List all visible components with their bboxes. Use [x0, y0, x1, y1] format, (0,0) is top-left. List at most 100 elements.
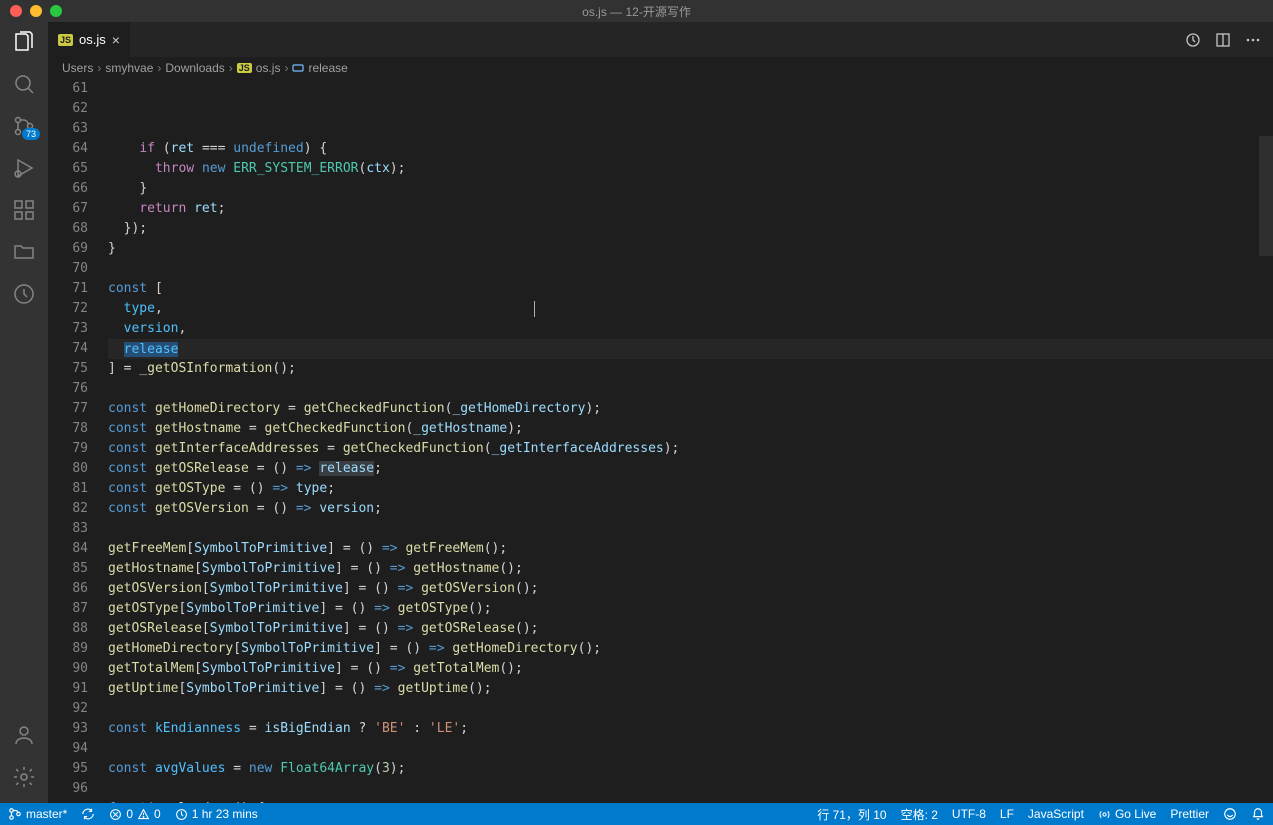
- symbol-variable-icon: [292, 62, 304, 74]
- line-number: 61: [48, 79, 88, 99]
- code-line[interactable]: getHostname[SymbolToPrimitive] = () => g…: [108, 559, 1273, 579]
- code-line[interactable]: [108, 259, 1273, 279]
- chevron-right-icon: ›: [229, 61, 233, 75]
- timeline-icon[interactable]: [12, 282, 36, 306]
- line-number: 77: [48, 399, 88, 419]
- line-number: 83: [48, 519, 88, 539]
- code-line[interactable]: return ret;: [108, 199, 1273, 219]
- code-line[interactable]: const getOSType = () => type;: [108, 479, 1273, 499]
- line-number: 80: [48, 459, 88, 479]
- code-line[interactable]: function loadavg() {: [108, 799, 1273, 803]
- code-line[interactable]: const getOSRelease = () => release;: [108, 459, 1273, 479]
- code-line[interactable]: if (ret === undefined) {: [108, 139, 1273, 159]
- feedback-icon[interactable]: [1223, 807, 1237, 821]
- breadcrumb-part[interactable]: os.js: [256, 61, 281, 75]
- line-number-gutter: 6162636465666768697071727374757677787980…: [48, 79, 108, 803]
- code-line[interactable]: }: [108, 239, 1273, 259]
- split-editor-icon[interactable]: [1215, 32, 1231, 48]
- code-line[interactable]: const getInterfaceAddresses = getChecked…: [108, 439, 1273, 459]
- run-debug-icon[interactable]: [12, 156, 36, 180]
- line-number: 87: [48, 599, 88, 619]
- line-number: 73: [48, 319, 88, 339]
- window-minimize-button[interactable]: [30, 5, 42, 17]
- settings-gear-icon[interactable]: [12, 765, 36, 789]
- indentation-status[interactable]: 空格: 2: [901, 806, 938, 823]
- window-titlebar: os.js — 12-开源写作: [0, 0, 1273, 22]
- code-line[interactable]: [108, 379, 1273, 399]
- code-line[interactable]: type,: [108, 299, 1273, 319]
- window-maximize-button[interactable]: [50, 5, 62, 17]
- line-number: 92: [48, 699, 88, 719]
- code-line[interactable]: const getHostname = getCheckedFunction(_…: [108, 419, 1273, 439]
- line-number: 67: [48, 199, 88, 219]
- notifications-icon[interactable]: [1251, 807, 1265, 821]
- activity-bar: 73: [0, 22, 48, 803]
- eol-status[interactable]: LF: [1000, 807, 1014, 821]
- chevron-right-icon: ›: [97, 61, 101, 75]
- search-icon[interactable]: [12, 72, 36, 96]
- code-line[interactable]: [108, 779, 1273, 799]
- code-line[interactable]: const kEndianness = isBigEndian ? 'BE' :…: [108, 719, 1273, 739]
- minimap-slider[interactable]: [1259, 136, 1273, 256]
- code-line[interactable]: }: [108, 179, 1273, 199]
- more-actions-icon[interactable]: [1245, 32, 1261, 48]
- code-line[interactable]: getOSType[SymbolToPrimitive] = () => get…: [108, 599, 1273, 619]
- code-line[interactable]: ] = _getOSInformation();: [108, 359, 1273, 379]
- text-cursor: [534, 301, 535, 317]
- breadcrumb-part[interactable]: smyhvae: [105, 61, 153, 75]
- code-line[interactable]: [108, 699, 1273, 719]
- code-line[interactable]: const avgValues = new Float64Array(3);: [108, 759, 1273, 779]
- code-line[interactable]: const getOSVersion = () => version;: [108, 499, 1273, 519]
- language-mode-status[interactable]: JavaScript: [1028, 807, 1084, 821]
- code-line[interactable]: getUptime[SymbolToPrimitive] = () => get…: [108, 679, 1273, 699]
- code-line[interactable]: const getHomeDirectory = getCheckedFunct…: [108, 399, 1273, 419]
- encoding-status[interactable]: UTF-8: [952, 807, 986, 821]
- code-content[interactable]: if (ret === undefined) { throw new ERR_S…: [108, 79, 1273, 803]
- line-number: 72: [48, 299, 88, 319]
- source-control-icon[interactable]: 73: [12, 114, 36, 138]
- code-line[interactable]: getTotalMem[SymbolToPrimitive] = () => g…: [108, 659, 1273, 679]
- code-line[interactable]: getOSVersion[SymbolToPrimitive] = () => …: [108, 579, 1273, 599]
- editor-area: JS os.js × Users › smyhvae › Downlo: [48, 22, 1273, 803]
- tab-close-icon[interactable]: ×: [112, 32, 120, 48]
- line-number: 81: [48, 479, 88, 499]
- problems-status[interactable]: 0 0: [109, 807, 160, 821]
- tab-bar: JS os.js ×: [48, 22, 1273, 57]
- tab-os-js[interactable]: JS os.js ×: [48, 22, 131, 57]
- window-close-button[interactable]: [10, 5, 22, 17]
- extensions-icon[interactable]: [12, 198, 36, 222]
- code-editor[interactable]: 6162636465666768697071727374757677787980…: [48, 79, 1273, 803]
- line-number: 90: [48, 659, 88, 679]
- window-title: os.js — 12-开源写作: [582, 3, 691, 20]
- line-number: 84: [48, 539, 88, 559]
- code-line[interactable]: [108, 739, 1273, 759]
- code-line[interactable]: version,: [108, 319, 1273, 339]
- chevron-right-icon: ›: [157, 61, 161, 75]
- code-line[interactable]: getOSRelease[SymbolToPrimitive] = () => …: [108, 619, 1273, 639]
- folder-icon[interactable]: [12, 240, 36, 264]
- code-line[interactable]: [108, 519, 1273, 539]
- cursor-position-status[interactable]: 行 71，列 10: [817, 806, 886, 823]
- code-line[interactable]: });: [108, 219, 1273, 239]
- line-number: 74: [48, 339, 88, 359]
- breadcrumb-symbol[interactable]: release: [308, 61, 347, 75]
- line-number: 64: [48, 139, 88, 159]
- breadcrumb-part[interactable]: Users: [62, 61, 93, 75]
- explorer-icon[interactable]: [12, 30, 36, 54]
- breadcrumb-part[interactable]: Downloads: [165, 61, 224, 75]
- prettier-status[interactable]: Prettier: [1170, 807, 1209, 821]
- breadcrumbs[interactable]: Users › smyhvae › Downloads › JS os.js ›…: [48, 57, 1273, 79]
- go-live-status[interactable]: Go Live: [1098, 807, 1156, 821]
- code-line[interactable]: getHomeDirectory[SymbolToPrimitive] = ()…: [108, 639, 1273, 659]
- compare-changes-icon[interactable]: [1185, 32, 1201, 48]
- git-branch-status[interactable]: master*: [8, 807, 67, 821]
- wakatime-status[interactable]: 1 hr 23 mins: [175, 807, 258, 821]
- code-line[interactable]: release: [108, 339, 1273, 359]
- sync-status[interactable]: [81, 807, 95, 821]
- code-line[interactable]: throw new ERR_SYSTEM_ERROR(ctx);: [108, 159, 1273, 179]
- line-number: 62: [48, 99, 88, 119]
- line-number: 66: [48, 179, 88, 199]
- code-line[interactable]: getFreeMem[SymbolToPrimitive] = () => ge…: [108, 539, 1273, 559]
- accounts-icon[interactable]: [12, 723, 36, 747]
- code-line[interactable]: const [: [108, 279, 1273, 299]
